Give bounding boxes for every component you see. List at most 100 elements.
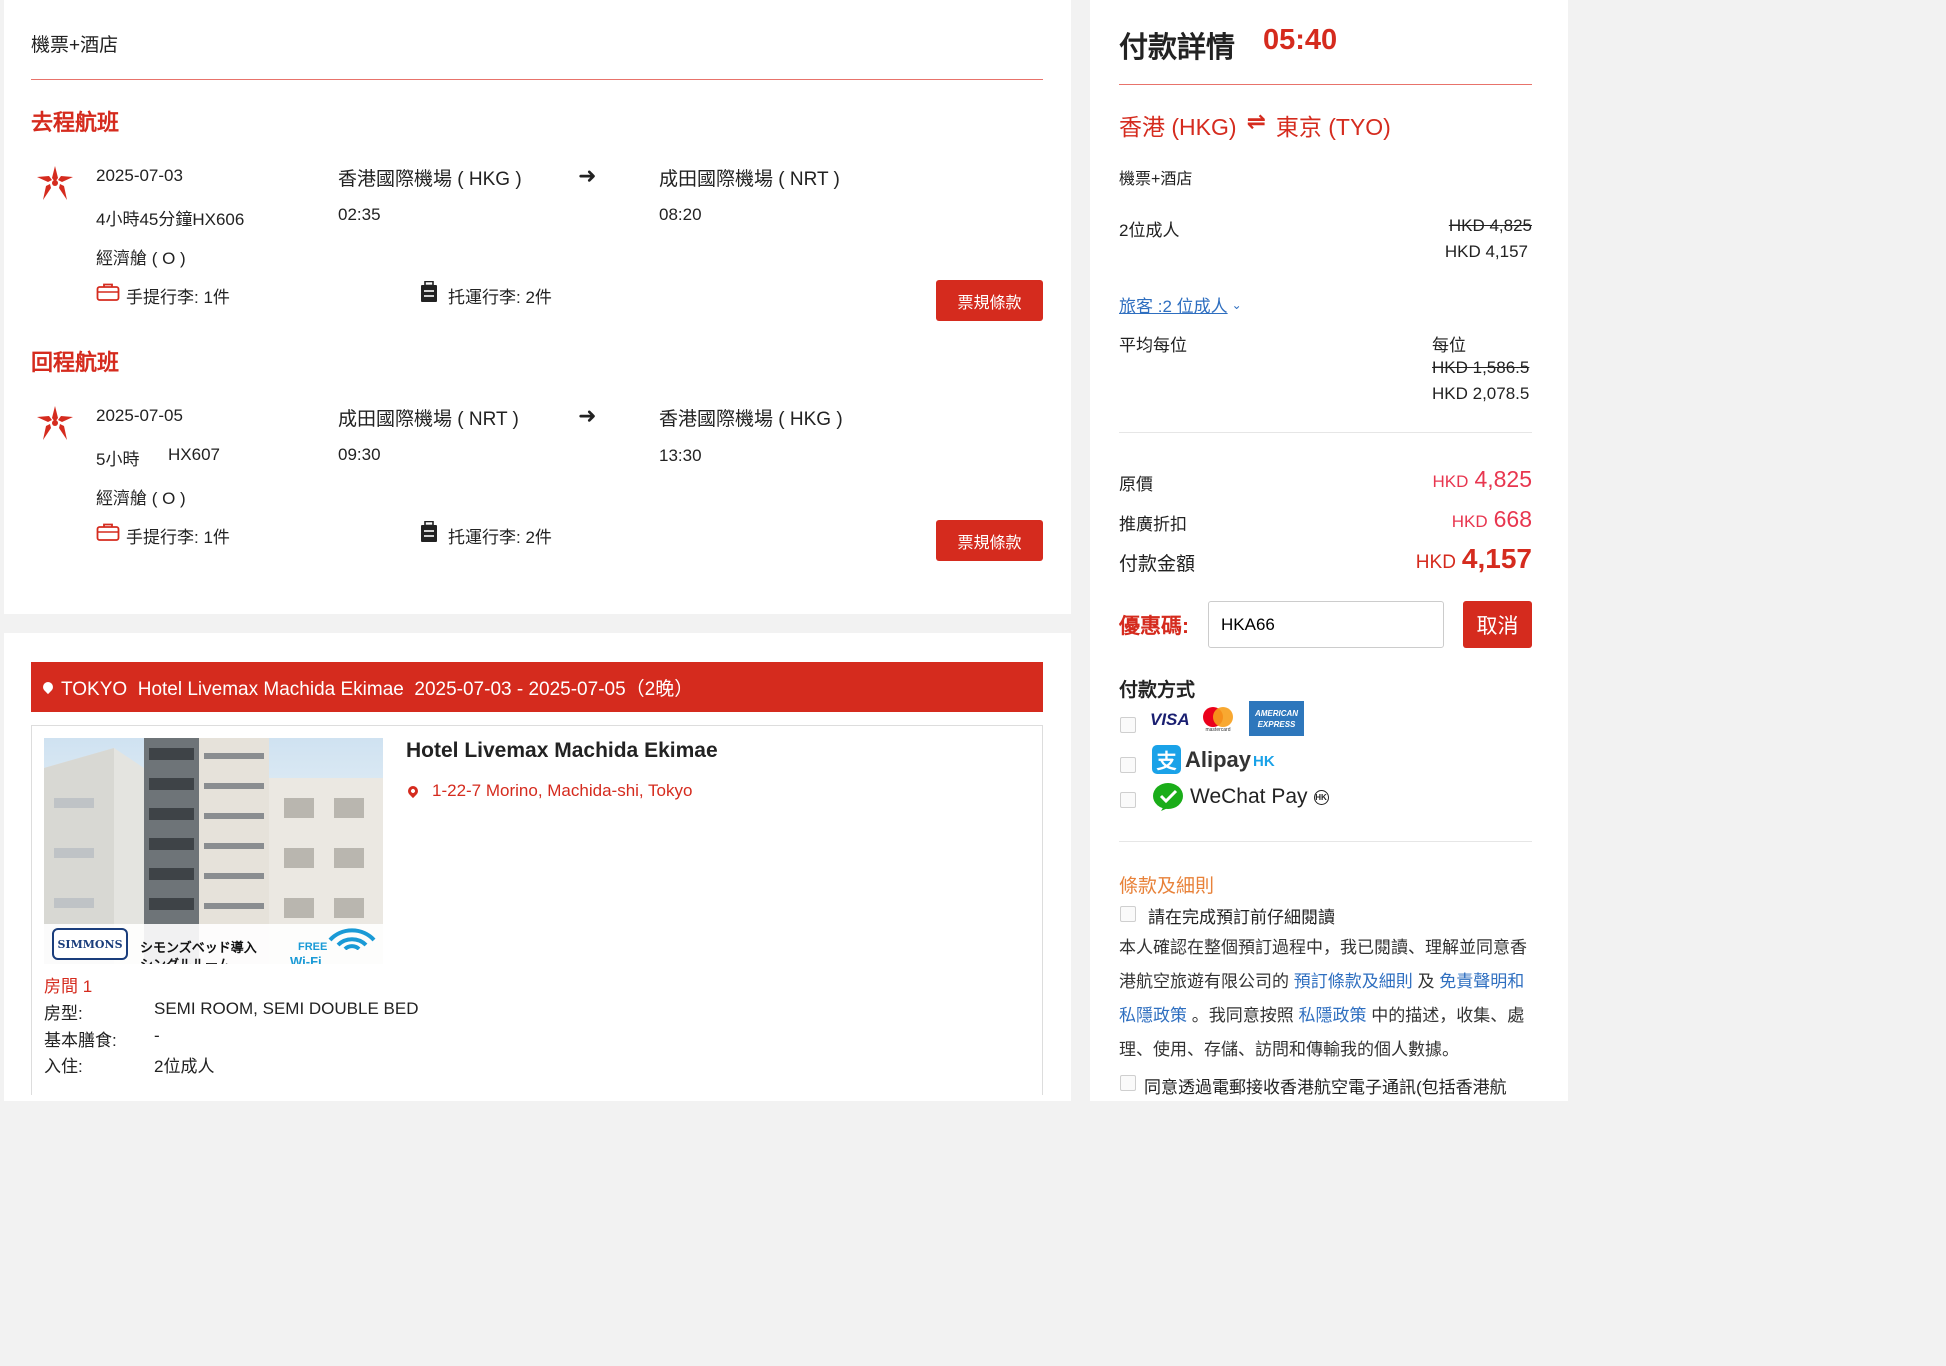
carry-on-bag-icon	[96, 283, 120, 301]
original-price-label: 原價	[1119, 475, 1153, 494]
wifi-free-text: FREE	[298, 941, 328, 953]
meal-label: 基本膳食:	[44, 1031, 117, 1050]
outbound-duration: 4小時45分鐘HX606	[96, 210, 245, 229]
promo-code-label: 優惠碼:	[1119, 615, 1189, 638]
outbound-from-airport: 香港國際機場 ( HKG )	[338, 169, 522, 190]
visa-icon: VISA	[1150, 710, 1190, 729]
payment-method-label: 付款方式	[1119, 680, 1196, 701]
location-pin-icon	[405, 783, 421, 799]
discount-label: 推廣折扣	[1119, 515, 1187, 534]
carry-on-bag-icon	[96, 523, 120, 541]
inbound-cabin: 經濟艙 ( O )	[96, 489, 186, 508]
travellers-toggle[interactable]: 旅客 :2 位成人 ⌄	[1119, 292, 1242, 317]
wechat-pay-checkbox[interactable]	[1120, 792, 1136, 808]
terms-read-checkbox[interactable]	[1120, 906, 1136, 922]
chevron-double-down-icon: ⌄	[1231, 297, 1242, 312]
card-checkbox[interactable]	[1120, 717, 1136, 733]
outbound-rules-button[interactable]: 票規條款	[936, 280, 1043, 321]
checkin-label: 入住:	[44, 1057, 83, 1076]
hotel-name: Hotel Livemax Machida Ekimae	[406, 739, 718, 762]
divider	[1119, 841, 1532, 842]
inbound-from-airport: 成田國際機場 ( NRT )	[338, 409, 519, 430]
alipay-logo: 支 Alipay HK	[1152, 745, 1275, 774]
mastercard-icon: mastercard	[1201, 707, 1235, 733]
countdown-timer: 05:40	[1263, 24, 1338, 56]
hotel-banner: TOKYO Hotel Livemax Machida Ekimae 2025-…	[31, 662, 1043, 712]
arrow-right-icon: ➜	[578, 403, 597, 428]
outbound-to-airport: 成田國際機場 ( NRT )	[659, 169, 840, 190]
airline-logo-icon	[37, 166, 73, 200]
adults-label: 2位成人	[1119, 221, 1180, 240]
checked-luggage-icon	[421, 521, 437, 542]
outbound-arrive-time: 08:20	[659, 205, 702, 224]
room-type-label: 房型:	[44, 1004, 83, 1023]
hotel-address: 1-22-7 Morino, Machida-shi, Tokyo	[432, 781, 693, 800]
wifi-label-text: Wi-Fi	[290, 954, 322, 964]
divider	[31, 79, 1043, 80]
inbound-heading: 回程航班	[31, 350, 120, 375]
checked-luggage-icon	[421, 281, 437, 302]
payment-title: 付款詳情	[1119, 32, 1236, 64]
inbound-carry-on: 手提行李: 1件	[126, 528, 230, 547]
hotel-address-row: 1-22-7 Morino, Machida-shi, Tokyo	[405, 781, 693, 801]
meal-value: -	[154, 1026, 160, 1045]
total-label: 付款金額	[1119, 554, 1196, 575]
adults-price: HKD 4,157	[1444, 242, 1528, 261]
inbound-depart-time: 09:30	[338, 445, 381, 464]
image-caption-2: シングルルーム	[140, 954, 231, 964]
flight-card: 機票+酒店 去程航班 2025-07-03 4小時45分鐘HX606 經濟艙 (…	[4, 0, 1071, 614]
travellers-link: 旅客 :2 位成人	[1119, 297, 1228, 316]
route-summary: 香港 (HKG) ⇌ 東京 (TYO)	[1119, 108, 1391, 142]
divider	[1119, 84, 1532, 85]
airline-logo-icon	[37, 406, 73, 440]
inbound-checked: 托運行李: 2件	[448, 528, 552, 547]
privacy-policy-link[interactable]: 私隱政策	[1298, 1006, 1366, 1025]
average-original-price: HKD 1,586.5	[1432, 358, 1530, 377]
hotel-details-box: SIMMONS シモンズベッド導入 シングルルーム FREE Wi-Fi Hot…	[31, 725, 1043, 1095]
inbound-to-airport: 香港國際機場 ( HKG )	[659, 409, 843, 430]
outbound-depart-time: 02:35	[338, 205, 381, 224]
terms-read-label: 請在完成預訂前仔細閱讀	[1148, 908, 1335, 927]
inbound-date: 2025-07-05	[96, 406, 183, 425]
average-price: HKD 2,078.5	[1432, 384, 1530, 403]
route-from: 香港 (HKG)	[1119, 114, 1237, 140]
payment-panel: 付款詳情 05:40 香港 (HKG) ⇌ 東京 (TYO) 機票+酒店 2位成…	[1090, 0, 1568, 1101]
terms-title: 條款及細則	[1119, 876, 1215, 897]
alipay-checkbox[interactable]	[1120, 757, 1136, 773]
arrow-right-icon: ➜	[578, 163, 597, 188]
room-title: 房間 1	[44, 977, 93, 996]
wechat-pay-icon	[1153, 783, 1183, 811]
route-to: 東京 (TYO)	[1275, 114, 1391, 140]
promo-cancel-button[interactable]: 取消	[1463, 601, 1532, 648]
discount-amount: HKD 668	[1451, 506, 1532, 532]
inbound-flight-number: HX607	[168, 445, 220, 464]
simmons-badge: SIMMONS	[52, 928, 128, 960]
hotel-banner-text: TOKYO Hotel Livemax Machida Ekimae 2025-…	[61, 678, 694, 700]
product-type: 機票+酒店	[1119, 171, 1193, 188]
email-consent-label: 同意透過電郵接收香港航空電子通訊(包括香港航	[1144, 1078, 1507, 1097]
outbound-cabin: 經濟艙 ( O )	[96, 249, 186, 268]
amex-icon: AMERICAN EXPRESS	[1249, 701, 1304, 736]
inbound-arrive-time: 13:30	[659, 446, 702, 465]
email-consent-checkbox[interactable]	[1120, 1075, 1136, 1091]
inbound-duration: 5小時	[96, 450, 140, 469]
outbound-heading: 去程航班	[31, 110, 120, 135]
promo-code-input[interactable]	[1208, 601, 1444, 648]
hotel-card: TOKYO Hotel Livemax Machida Ekimae 2025-…	[4, 633, 1071, 1101]
total-amount: HKD 4,157	[1415, 543, 1532, 574]
adults-original-price: HKD 4,825	[1448, 216, 1532, 235]
booking-terms-link[interactable]: 預訂條款及細則	[1294, 972, 1413, 991]
room-type-value: SEMI ROOM, SEMI DOUBLE BED	[154, 999, 419, 1018]
average-label: 平均每位	[1119, 336, 1187, 355]
checkin-value: 2位成人	[154, 1057, 215, 1076]
inbound-rules-button[interactable]: 票規條款	[936, 520, 1043, 561]
location-pin-icon	[40, 679, 56, 695]
hotel-photo[interactable]: SIMMONS シモンズベッド導入 シングルルーム FREE Wi-Fi	[44, 738, 383, 964]
alipay-icon: 支	[1152, 745, 1181, 774]
wechat-pay-logo: WeChat Pay HK	[1152, 782, 1329, 812]
original-price: HKD 4,825	[1432, 466, 1532, 492]
outbound-carry-on: 手提行李: 1件	[126, 288, 230, 307]
per-person-label: 每位	[1432, 336, 1466, 355]
divider	[1119, 432, 1532, 433]
outbound-checked: 托運行李: 2件	[448, 288, 552, 307]
